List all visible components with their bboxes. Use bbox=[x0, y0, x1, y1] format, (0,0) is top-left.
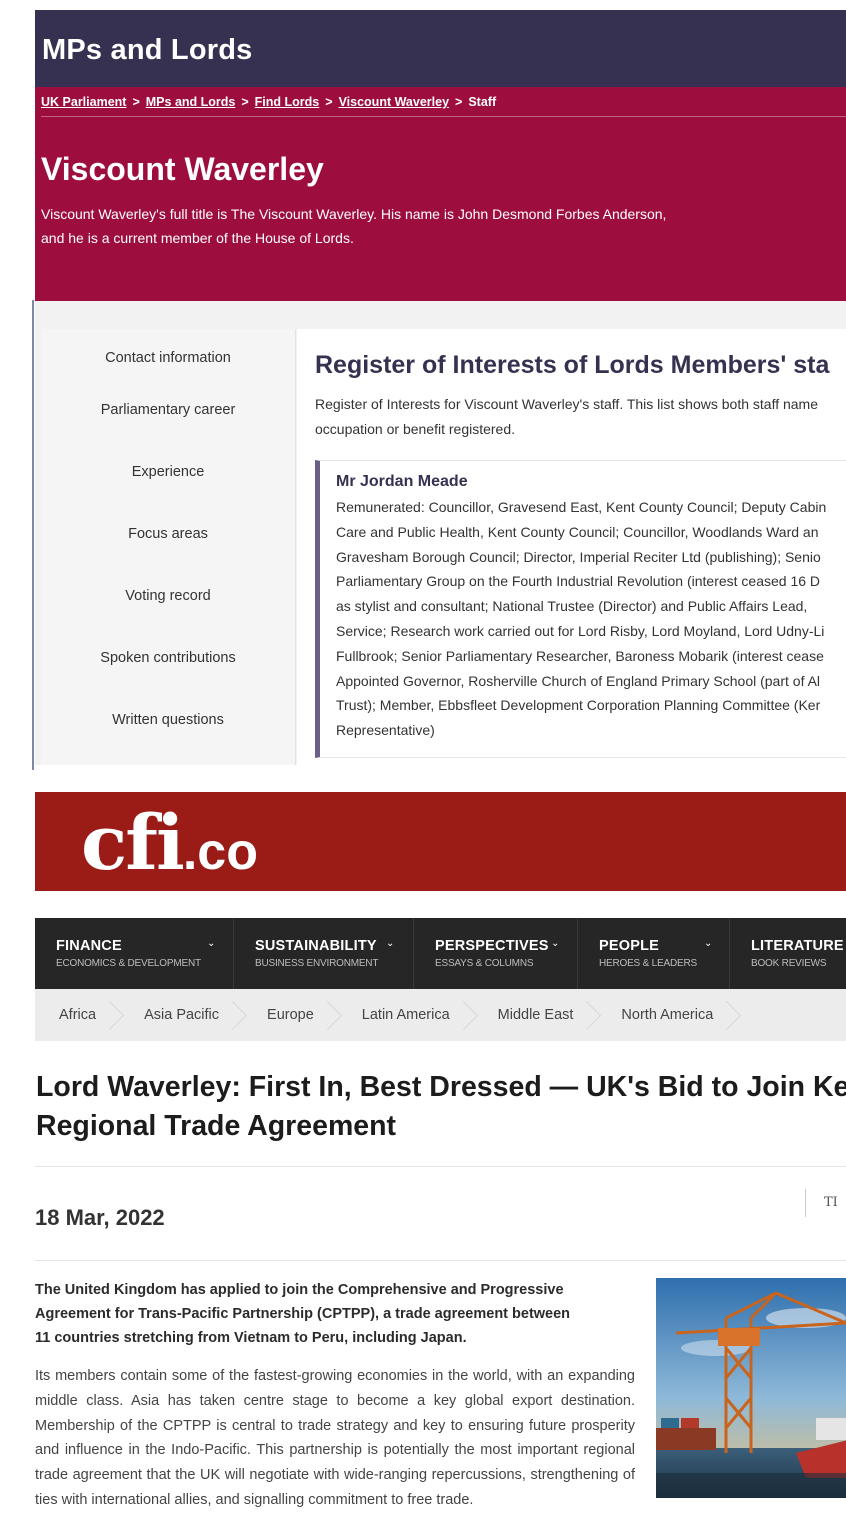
staff-name: Mr Jordan Meade bbox=[336, 473, 468, 490]
region-asia-pacific[interactable]: Asia Pacific bbox=[120, 989, 243, 1041]
chevron-down-icon: ⌄ bbox=[704, 938, 713, 949]
lead-line: 11 countries stretching from Vietnam to … bbox=[35, 1330, 467, 1346]
publish-date: 18 Mar, 2022 bbox=[35, 1205, 165, 1230]
region-africa[interactable]: Africa bbox=[35, 989, 120, 1041]
staff-interest-line: Appointed Governor, Rosherville Church o… bbox=[336, 672, 821, 689]
breadcrumb-mps-and-lords[interactable]: MPs and Lords bbox=[146, 95, 236, 109]
nav-subtitle: BUSINESS ENVIRONMENT bbox=[255, 958, 379, 969]
register-of-interests: Register of Interests of Lords Members' … bbox=[297, 329, 846, 765]
cfi-article-page: cfi.co FINANCE ECONOMICS & DEVELOPMENT ⌄… bbox=[35, 792, 846, 1538]
lead-line: The United Kingdom has applied to join t… bbox=[35, 1282, 564, 1298]
cfi-logo-main: cfi bbox=[81, 798, 185, 887]
side-nav-contact-information[interactable]: Contact information bbox=[41, 329, 295, 379]
lead-line: Agreement for Trans-Pacific Partnership … bbox=[35, 1306, 571, 1322]
chevron-down-icon: ⌄ bbox=[386, 938, 395, 949]
side-nav-spoken-contributions[interactable]: Spoken contributions bbox=[41, 627, 295, 689]
cfi-logo-tld: .co bbox=[182, 823, 258, 881]
side-nav-voting-record[interactable]: Voting record bbox=[41, 565, 295, 627]
lord-description-line: Viscount Waverley's full title is The Vi… bbox=[41, 206, 667, 222]
cfi-main-nav: FINANCE ECONOMICS & DEVELOPMENT ⌄ SUSTAI… bbox=[35, 918, 846, 989]
site-name-link[interactable]: MPs and Lords bbox=[42, 34, 252, 66]
parliament-topbar: MPs and Lords bbox=[35, 10, 846, 87]
nav-subtitle: ESSAYS & COLUMNS bbox=[435, 958, 534, 969]
staff-interest-line: Service; Research work carried out for L… bbox=[336, 622, 825, 639]
nav-people[interactable]: PEOPLE HEROES & LEADERS ⌄ bbox=[578, 918, 730, 989]
staff-card: Mr Jordan Meade Remunerated: Councillor,… bbox=[315, 460, 846, 758]
member-side-nav: Contact information Parliamentary career… bbox=[41, 329, 296, 765]
breadcrumb: UK Parliament > MPs and Lords > Find Lords > V… bbox=[41, 95, 846, 117]
staff-interest-line: Gravesham Borough Council; Director, Imp… bbox=[336, 548, 821, 565]
breadcrumb-uk-parliament[interactable]: UK Parliament bbox=[41, 95, 126, 109]
side-nav-written-questions[interactable]: Written questions bbox=[41, 689, 295, 751]
breadcrumb-find-lords[interactable]: Find Lords bbox=[255, 95, 320, 109]
breadcrumb-current: Staff bbox=[468, 95, 497, 109]
nav-finance[interactable]: FINANCE ECONOMICS & DEVELOPMENT ⌄ bbox=[35, 918, 234, 989]
nav-perspectives[interactable]: PERSPECTIVES ESSAYS & COLUMNS ⌄ bbox=[414, 918, 578, 989]
staff-interest-line: Remunerated: Councillor, Gravesend East,… bbox=[336, 499, 827, 515]
staff-interest-line: Care and Public Health, Kent County Coun… bbox=[336, 523, 819, 540]
nav-sustainability[interactable]: SUSTAINABILITY BUSINESS ENVIRONMENT ⌄ bbox=[234, 918, 414, 989]
staff-interest-line: Trust); Member, Ebbsfleet Development Co… bbox=[336, 697, 821, 714]
register-title: Register of Interests of Lords Members' … bbox=[315, 351, 830, 379]
article-title-line: Lord Waverley: First In, Best Dressed — … bbox=[36, 1071, 846, 1103]
cfi-logo[interactable]: cfi.co bbox=[81, 796, 258, 899]
background-page-edge bbox=[0, 300, 34, 770]
parliament-page: MPs and Lords UK Parliament > MPs and Lord… bbox=[35, 10, 846, 765]
lord-hero: UK Parliament > MPs and Lords > Find Lords > V… bbox=[35, 87, 846, 301]
chevron-down-icon: ⌄ bbox=[551, 938, 560, 949]
register-intro-line: Register of Interests for Viscount Waver… bbox=[315, 396, 819, 412]
region-nav: Africa Asia Pacific Europe Latin America… bbox=[35, 989, 846, 1041]
breadcrumb-separator: > bbox=[455, 95, 463, 109]
staff-interest-line: Representative) bbox=[336, 722, 435, 739]
lord-description: Viscount Waverley's full title is The Vi… bbox=[41, 202, 761, 250]
region-europe[interactable]: Europe bbox=[243, 989, 338, 1041]
nav-title: LITERATURE bbox=[751, 938, 844, 954]
nav-subtitle: ECONOMICS & DEVELOPMENT bbox=[56, 958, 201, 969]
breadcrumb-separator: > bbox=[132, 95, 140, 109]
staff-interest-line: Fullbrook; Senior Parliamentary Research… bbox=[336, 647, 824, 664]
staff-interest-line: as stylist and consultant; National Trus… bbox=[336, 598, 808, 615]
article-title-line: Regional Trade Agreement bbox=[36, 1110, 397, 1142]
breadcrumb-separator: > bbox=[241, 95, 249, 109]
cfi-header: cfi.co bbox=[35, 792, 846, 891]
side-nav-experience[interactable]: Experience bbox=[41, 441, 295, 503]
article-title: Lord Waverley: First In, Best Dressed — … bbox=[35, 1041, 846, 1146]
breadcrumb-separator: > bbox=[325, 95, 333, 109]
chevron-down-icon: ⌄ bbox=[207, 938, 216, 949]
nav-subtitle: BOOK REVIEWS bbox=[751, 958, 827, 969]
region-north-america[interactable]: North America bbox=[597, 989, 737, 1041]
nav-subtitle: HEROES & LEADERS bbox=[599, 958, 697, 969]
lord-description-line: and he is a current member of the House … bbox=[41, 230, 354, 246]
region-latin-america[interactable]: Latin America bbox=[338, 989, 474, 1041]
nav-literature[interactable]: LITERATURE BOOK REVIEWS bbox=[730, 918, 846, 989]
side-nav-parliamentary-career[interactable]: Parliamentary career bbox=[41, 379, 295, 441]
side-nav-focus-areas[interactable]: Focus areas bbox=[41, 503, 295, 565]
region-middle-east[interactable]: Middle East bbox=[474, 989, 598, 1041]
article-lead: The United Kingdom has applied to join t… bbox=[35, 1278, 635, 1350]
port-crane-image bbox=[656, 1278, 846, 1498]
staff-interest-line: Parliamentary Group on the Fourth Indust… bbox=[336, 573, 821, 590]
article-body: Its members contain some of the fastest-… bbox=[35, 1368, 635, 1508]
page-title: Viscount Waverley bbox=[41, 151, 324, 187]
register-intro-line: occupation or benefit registered. bbox=[315, 421, 516, 437]
meta-truncated-text: TI bbox=[805, 1189, 838, 1217]
port-crane-illustration bbox=[656, 1278, 846, 1498]
breadcrumb-viscount-waverley[interactable]: Viscount Waverley bbox=[339, 95, 449, 109]
parliament-content: Contact information Parliamentary career… bbox=[35, 329, 846, 765]
article-meta: 18 Mar, 2022 TI bbox=[35, 1166, 846, 1261]
register-intro: Register of Interests for Viscount Waver… bbox=[315, 392, 846, 442]
